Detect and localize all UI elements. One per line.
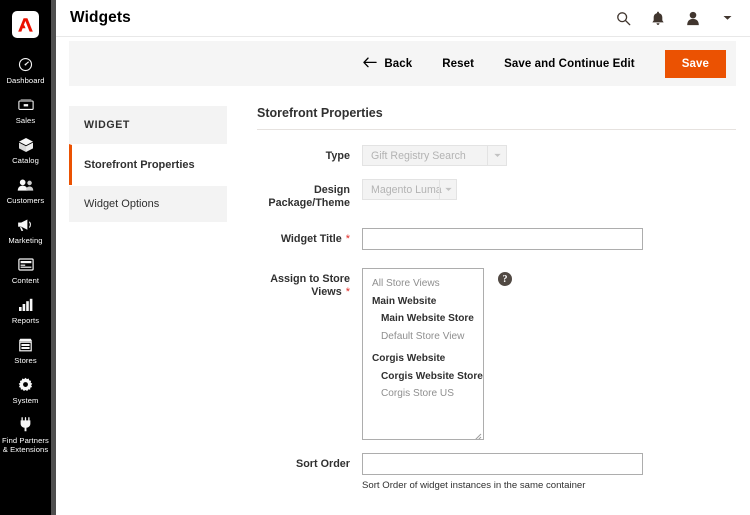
account-user-icon[interactable] — [684, 9, 702, 27]
sidebar-item-dashboard[interactable]: Dashboard — [0, 50, 51, 90]
tab-widget-options[interactable]: Widget Options — [69, 185, 227, 222]
main-sidebar: Dashboard Sales Catalog Customers Market — [0, 0, 51, 515]
widget-tabs-heading: WIDGET — [69, 106, 227, 144]
main-area: Widgets Back Reset Save and Continue Edi… — [56, 0, 750, 515]
sidebar-item-catalog[interactable]: Catalog — [0, 130, 51, 170]
field-control: All Store Views Main Website Main Websit… — [350, 268, 736, 440]
store-view-option[interactable]: Main Website — [363, 293, 483, 311]
help-question-icon[interactable]: ? — [498, 272, 512, 286]
marketing-icon — [17, 216, 34, 233]
field-label: Sort Order — [296, 458, 350, 470]
field-label-text: Widget Title — [280, 233, 342, 245]
store-view-option[interactable]: Main Website Store — [363, 310, 483, 328]
chevron-down-icon — [439, 180, 456, 199]
store-view-option[interactable]: Default Store View — [363, 328, 483, 346]
reset-button[interactable]: Reset — [442, 58, 474, 70]
store-views-multiselect[interactable]: All Store Views Main Website Main Websit… — [362, 268, 484, 440]
header-icon-group — [614, 9, 736, 27]
sidebar-item-sales[interactable]: Sales — [0, 90, 51, 130]
resize-grip-icon[interactable] — [473, 429, 482, 439]
search-icon[interactable] — [614, 9, 632, 27]
system-icon — [18, 376, 33, 393]
design-theme-select-value: Magento Luma — [371, 184, 442, 196]
customers-icon — [17, 176, 34, 193]
sidebar-item-system[interactable]: System — [0, 370, 51, 410]
sidebar-item-customers[interactable]: Customers — [0, 170, 51, 210]
catalog-icon — [18, 136, 34, 153]
sidebar-item-find-partners-extensions[interactable]: Find Partners & Extensions — [0, 410, 51, 459]
dashboard-icon — [18, 56, 33, 73]
sort-order-hint: Sort Order of widget instances in the sa… — [362, 480, 586, 491]
store-view-option[interactable]: Corgis Website — [363, 350, 483, 368]
sales-icon — [17, 96, 34, 113]
storefront-properties-form: Storefront Properties Type Gift Registry… — [227, 106, 736, 515]
back-button-label: Back — [384, 57, 413, 70]
field-label-text: Assign to Store Views — [270, 273, 350, 298]
store-view-option[interactable]: Corgis Store US — [363, 385, 483, 403]
sidebar-item-label: Content — [11, 276, 40, 285]
notifications-bell-icon[interactable] — [649, 9, 667, 27]
field-label: Type — [325, 150, 350, 162]
field-control — [350, 228, 736, 250]
sidebar-item-label: Reports — [11, 316, 40, 325]
sidebar-item-label: Catalog — [12, 156, 39, 165]
section-title: Storefront Properties — [257, 106, 383, 120]
sidebar-item-label: Customers — [6, 196, 45, 205]
sidebar-item-label: Marketing — [8, 236, 43, 245]
field-label: Design Package/Theme — [268, 184, 350, 209]
field-control: Sort Order of widget instances in the sa… — [350, 453, 736, 491]
chevron-down-icon — [487, 146, 506, 165]
back-button[interactable]: Back — [363, 56, 413, 71]
page-title: Widgets — [70, 9, 131, 26]
sidebar-item-label: Stores — [14, 356, 37, 365]
page-actions-toolbar: Back Reset Save and Continue Edit Save — [69, 41, 736, 86]
save-and-continue-edit-button[interactable]: Save and Continue Edit — [504, 58, 635, 70]
field-label: Widget Title * — [257, 228, 350, 246]
arrow-left-icon — [363, 56, 378, 71]
tab-label: Widget Options — [84, 198, 160, 210]
partners-icon — [18, 416, 33, 433]
sidebar-item-label: Find Partners & Extensions — [2, 436, 49, 454]
design-theme-select[interactable]: Magento Luma — [362, 179, 457, 200]
sort-order-input[interactable] — [362, 453, 643, 475]
field-label: Assign to Store Views * — [257, 268, 350, 299]
field-sort-order: Sort Order Sort Order of widget instance… — [257, 453, 736, 491]
widget-title-input[interactable] — [362, 228, 643, 250]
field-design-package-theme: Design Package/Theme Magento Luma — [257, 179, 736, 210]
tab-label: Storefront Properties — [84, 159, 195, 171]
chevron-down-icon[interactable] — [719, 15, 736, 21]
field-type: Type Gift Registry Search — [257, 145, 736, 166]
page-content: WIDGET Storefront Properties Widget Opti… — [56, 86, 750, 515]
sidebar-item-reports[interactable]: Reports — [0, 290, 51, 330]
field-control: Gift Registry Search — [350, 145, 736, 166]
sidebar-item-stores[interactable]: Stores — [0, 330, 51, 370]
reports-icon — [18, 296, 34, 313]
sidebar-item-content[interactable]: Content — [0, 250, 51, 290]
stores-icon — [18, 336, 33, 353]
tab-storefront-properties[interactable]: Storefront Properties — [69, 144, 227, 185]
sidebar-item-label: Sales — [15, 116, 36, 125]
adobe-logo-icon[interactable] — [12, 11, 39, 38]
sidebar-item-label: System — [12, 396, 39, 405]
field-widget-title: Widget Title * — [257, 228, 736, 250]
field-control: Magento Luma — [350, 179, 736, 200]
section-divider — [257, 129, 736, 130]
admin-page: Dashboard Sales Catalog Customers Market — [0, 0, 750, 515]
store-view-option[interactable]: All Store Views — [363, 275, 483, 293]
content-icon — [17, 256, 34, 273]
field-assign-to-store-views: Assign to Store Views * All Store Views M… — [257, 268, 736, 440]
sidebar-item-label: Dashboard — [6, 76, 45, 85]
store-view-option[interactable]: Corgis Website Store — [363, 368, 483, 386]
page-header: Widgets — [56, 0, 750, 37]
save-button[interactable]: Save — [664, 49, 726, 78]
sidebar-item-marketing[interactable]: Marketing — [0, 210, 51, 250]
widget-tabs-panel: WIDGET Storefront Properties Widget Opti… — [69, 106, 227, 515]
type-select-value: Gift Registry Search — [371, 150, 466, 162]
type-select[interactable]: Gift Registry Search — [362, 145, 507, 166]
